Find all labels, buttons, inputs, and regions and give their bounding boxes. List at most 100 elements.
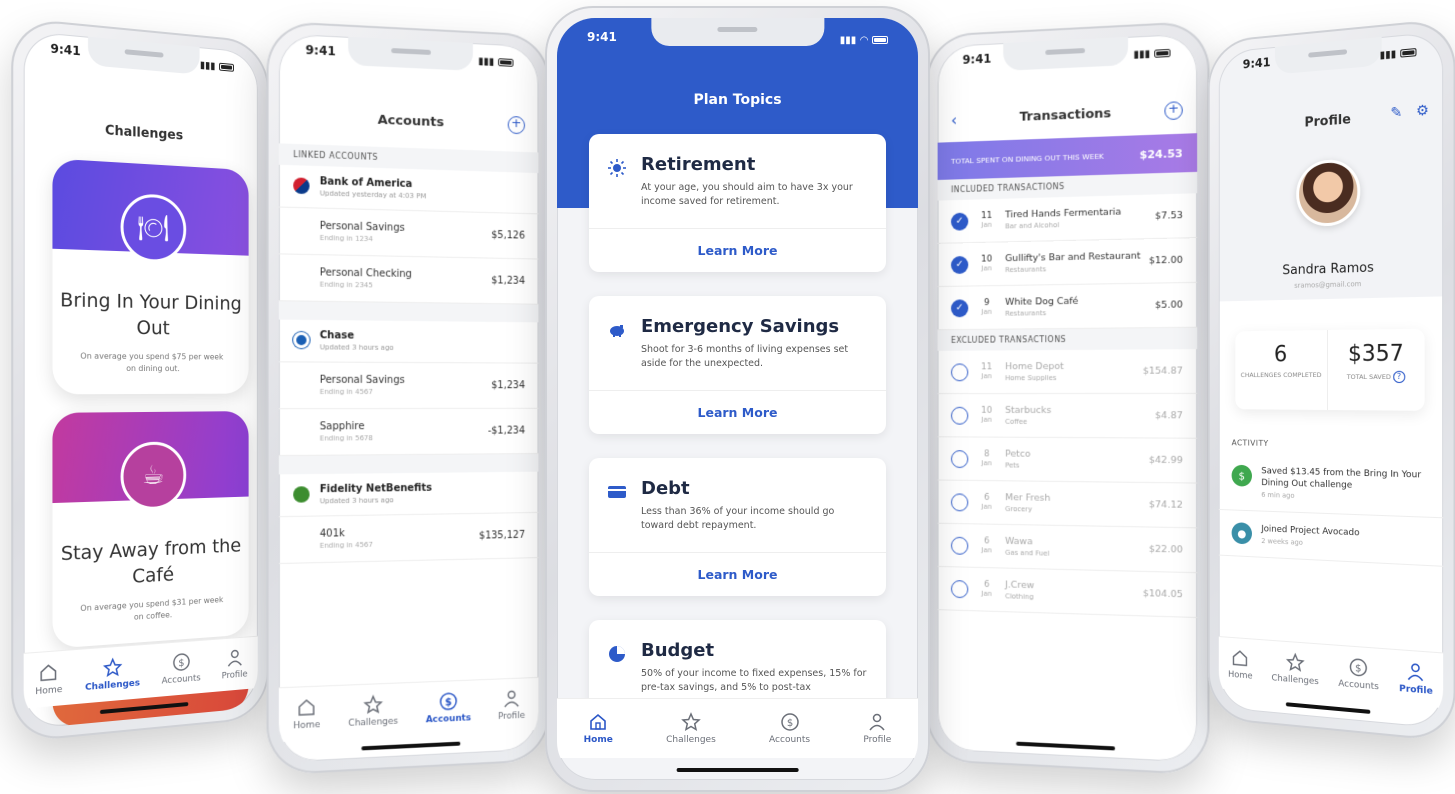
transaction-row[interactable]: 8 Jan Petco Pets $42.99 [937,437,1198,484]
unchecked-circle-icon[interactable] [950,579,969,598]
wifi-icon: ◠ [860,34,868,46]
tab-accounts[interactable]: $ Accounts [769,712,810,745]
transaction-row[interactable]: 6 Jan Mer Fresh Grocery $74.12 [937,480,1198,529]
bank-row[interactable]: Fidelity NetBenefits Updated 3 hours ago [278,471,539,518]
tab-home[interactable]: Home [293,697,320,731]
tab-profile[interactable]: Profile [222,647,247,681]
account-ending: Ending in 5678 [319,434,373,443]
transaction-name: Petco [1005,448,1031,460]
signal-icon: ▮▮▮ [1133,48,1151,61]
challenge-card-dining[interactable]: 🍽 Bring In Your Dining Out On average yo… [52,158,249,395]
help-icon[interactable]: ? [1392,370,1406,384]
tab-home[interactable]: Home [1228,647,1253,682]
tab-challenges[interactable]: Challenges [1271,651,1319,687]
transaction-category: Clothing [1005,592,1034,602]
checked-circle-icon[interactable]: ✓ [950,212,969,231]
transaction-row[interactable]: ✓ 9 Jan White Dog Café Restaurants $5.00 [937,282,1198,331]
accounts-list: LINKED ACCOUNTS Bank of America Updated … [278,143,539,565]
challenge-card-cafe[interactable]: ☕ Stay Away from the Café On average you… [52,411,249,649]
pie-chart-icon [609,646,625,662]
back-chevron-icon[interactable]: ‹ [951,110,957,129]
tab-challenges[interactable]: Challenges [666,712,716,745]
learn-more-button[interactable]: Learn More [589,389,886,434]
status-bar: 9:41 ▮▮▮ ◠ [557,30,918,50]
transaction-month: Jan [981,458,992,467]
status-icons: ▮▮▮ [1133,43,1171,65]
transaction-row[interactable]: 6 Jan Wawa Gas and Fuel $22.00 [937,523,1198,574]
bank-row[interactable]: Chase Updated 3 hours ago [278,319,539,364]
transaction-row[interactable]: 10 Jan Starbucks Coffee $4.87 [937,393,1198,439]
learn-more-button[interactable]: Learn More [589,551,886,596]
activity-item[interactable]: $ Saved $13.45 from the Bring In Your Di… [1218,452,1444,519]
account-info: Personal Checking Ending in 2345 [320,267,412,290]
transaction-day: 10 [981,405,993,416]
tab-accounts[interactable]: $ Accounts [426,691,471,725]
activity-info: Saved $13.45 from the Bring In Your Dini… [1261,465,1428,504]
svg-text:$: $ [445,697,452,708]
tab-challenges[interactable]: Challenges [85,655,140,693]
tab-profile[interactable]: Profile [863,712,891,745]
unchecked-circle-icon[interactable] [950,536,969,555]
topic-body: Debt Less than 36% of your income should… [589,458,886,552]
tab-accounts[interactable]: $ Accounts [162,651,201,687]
transaction-month: Jan [981,220,992,229]
stat-value: $357 [1347,341,1404,367]
transaction-row[interactable]: ✓ 10 Jan Gullifty's Bar and Restaurant Resta… [937,238,1198,288]
account-info: 401k Ending in 4567 [320,528,373,550]
transaction-date: 10 Jan [976,254,997,273]
unchecked-circle-icon[interactable] [950,492,969,511]
unchecked-circle-icon[interactable] [950,449,969,468]
transaction-row[interactable]: ✓ 11 Jan Tired Hands Fermentaria Bar and Alc… [937,193,1198,244]
account-row[interactable]: Personal Savings Ending in 1234 $5,126 [278,207,539,260]
unchecked-circle-icon[interactable] [950,362,969,381]
account-row[interactable]: 401k Ending in 4567 $135,127 [278,512,539,565]
activity-item[interactable]: ● Joined Project Avocado 2 weeks ago [1218,510,1444,568]
transaction-category: Grocery [1005,505,1033,514]
gear-icon[interactable]: ⚙ [1416,102,1429,119]
topic-title: Emergency Savings [641,316,840,337]
tab-challenges[interactable]: Challenges [348,694,398,729]
tab-profile[interactable]: Profile [1399,660,1433,697]
tab-home[interactable]: Home [35,661,62,697]
account-row[interactable]: Personal Checking Ending in 2345 $1,234 [278,254,539,305]
bank-row[interactable]: Bank of America Updated yesterday at 4:0… [278,164,539,215]
account-row[interactable]: Personal Savings Ending in 4567 $1,234 [278,362,539,410]
unchecked-circle-icon[interactable] [950,406,969,425]
star-icon [681,712,701,732]
person-icon [225,647,243,668]
transaction-row[interactable]: 6 Jan J.Crew Clothing $104.05 [937,566,1198,619]
add-account-icon[interactable]: + [507,115,526,135]
transaction-amount: $5.00 [1155,299,1183,311]
transaction-info: Home Depot Home Supplies [1005,361,1135,382]
transaction-row[interactable]: 11 Jan Home Depot Home Supplies $154.87 [937,349,1198,395]
tab-label: Profile [498,710,526,722]
bank-info: Fidelity NetBenefits Updated 3 hours ago [320,483,432,506]
account-amount: -$1,234 [487,425,526,437]
dollar-circle-icon: $ [439,691,459,712]
edit-pencil-icon[interactable]: ✎ [1390,104,1402,121]
tab-accounts[interactable]: $ Accounts [1338,656,1379,692]
person-icon [502,688,521,709]
checked-circle-icon[interactable]: ✓ [950,298,969,317]
learn-more-button[interactable]: Learn More [589,227,886,272]
battery-icon [219,62,234,72]
tab-home[interactable]: Home [584,712,613,745]
topic-text: Debt Less than 36% of your income should… [641,478,868,534]
transaction-info: Gullifty's Bar and Restaurant Restaurants [1005,250,1141,274]
star-icon [103,657,123,679]
challenges-phone: 9:41 ▮▮▮ Challenges 🍽 Bring In Your Dini… [11,17,269,743]
transaction-date: 8 Jan [976,449,997,468]
profile-screen: 9:41 ▮▮▮ Profile ✎ ⚙ Sandra Ramos sramos… [1218,31,1444,729]
accounts-phone: 9:41 ▮▮▮ Accounts + LINKED ACCOUNTS Bank… [266,20,550,776]
account-row[interactable]: Sapphire Ending in 5678 -$1,234 [278,408,539,457]
avatar[interactable] [1295,158,1360,228]
tab-label: Profile [1399,683,1433,697]
status-time: 9:41 [50,41,81,59]
tab-profile[interactable]: Profile [498,688,525,722]
transaction-amount: $104.05 [1142,588,1183,601]
transaction-name: Mer Fresh [1005,492,1051,504]
page-title: Accounts [377,112,444,131]
checked-circle-icon[interactable]: ✓ [950,255,969,274]
transaction-date: 11 Jan [976,362,997,380]
transaction-info: Starbucks Coffee [1005,405,1147,426]
